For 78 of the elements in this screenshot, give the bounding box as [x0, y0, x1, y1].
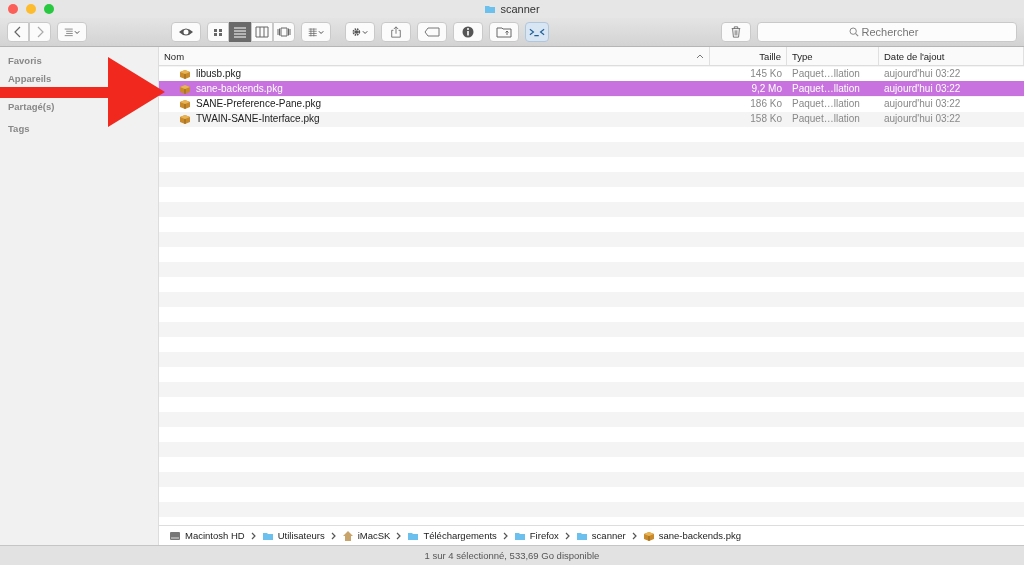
date-added: aujourd'hui 03:22	[883, 83, 962, 94]
path-item[interactable]: sane-backends.pkg	[658, 530, 742, 541]
package-icon	[179, 82, 191, 95]
search-icon	[848, 27, 859, 37]
view-mode-icon	[232, 26, 248, 38]
file-type: Paquet…llation	[791, 83, 861, 94]
back-button[interactable]	[7, 22, 29, 42]
package-icon	[179, 97, 191, 110]
file-name: sane-backends.pkg	[196, 83, 283, 94]
file-row[interactable]: TWAIN-SANE-Interface.pkg 158 Ko Paquet…llation aujourd'hui 03:22	[159, 111, 1024, 126]
terminal-icon	[529, 26, 545, 38]
file-name: libusb.pkg	[196, 68, 242, 79]
path-item[interactable]: scanner	[591, 530, 626, 541]
view-mode-icon	[276, 26, 292, 38]
file-name: TWAIN-SANE-Interface.pkg	[196, 113, 320, 124]
file-row[interactable]: libusb.pkg 145 Ko Paquet…llation aujourd'hui 03:22	[159, 66, 1024, 81]
folder-icon	[484, 3, 497, 15]
chevron-icon	[502, 531, 508, 540]
view-options-button[interactable]	[57, 22, 87, 42]
file-type: Paquet…llation	[791, 113, 861, 124]
view-mode-button[interactable]	[229, 22, 251, 42]
share-icon	[388, 26, 404, 38]
settings-icon	[352, 26, 368, 38]
folder-icon	[496, 26, 512, 38]
view-mode-icon	[254, 26, 270, 38]
chevron-icon	[330, 531, 336, 540]
status-text: 1 sur 4 sélectionné, 533,69 Go disponible	[0, 545, 1024, 565]
settings-button[interactable]	[345, 22, 375, 42]
column-header[interactable]: Type	[787, 47, 879, 65]
package-icon	[179, 67, 191, 80]
quick-look-button[interactable]	[171, 22, 201, 42]
house-icon	[341, 529, 354, 542]
view-mode-button[interactable]	[273, 22, 295, 42]
file-type: Paquet…llation	[791, 98, 861, 109]
file-size: 186 Ko	[749, 98, 783, 109]
package-icon	[179, 112, 191, 125]
tag-icon	[424, 26, 440, 38]
terminal-button[interactable]	[525, 22, 549, 42]
path-item[interactable]: Téléchargements	[423, 530, 497, 541]
chevron-icon	[564, 531, 570, 540]
share-button[interactable]	[381, 22, 411, 42]
chevron-icon	[631, 531, 637, 540]
lines-caret-icon	[64, 26, 80, 38]
grid-caret-icon	[308, 26, 324, 38]
view-mode-button[interactable]	[207, 22, 229, 42]
file-size: 145 Ko	[749, 68, 783, 79]
forward-button[interactable]	[29, 22, 51, 42]
file-size: 9,2 Mo	[750, 83, 783, 94]
path-item[interactable]: Utilisateurs	[277, 530, 325, 541]
close-button[interactable]	[8, 4, 18, 14]
arrange-button[interactable]	[301, 22, 331, 42]
file-type: Paquet…llation	[791, 68, 861, 79]
info-icon	[460, 26, 476, 38]
column-header[interactable]: Nom	[159, 47, 710, 65]
date-added: aujourd'hui 03:22	[883, 98, 962, 109]
file-row[interactable]: SANE-Preference-Pane.pkg 186 Ko Paquet…llation aujourd'hui 03:22	[159, 96, 1024, 111]
tag-button[interactable]	[417, 22, 447, 42]
info-button[interactable]	[453, 22, 483, 42]
column-header[interactable]: Date de l'ajout	[879, 47, 1024, 65]
trash-button[interactable]	[721, 22, 751, 42]
eye-icon	[178, 26, 194, 38]
chevron-icon	[396, 531, 402, 540]
date-added: aujourd'hui 03:22	[883, 113, 962, 124]
chevron-icon	[250, 531, 256, 540]
search-input[interactable]: Rechercher	[861, 26, 926, 38]
file-name: SANE-Preference-Pane.pkg	[196, 98, 322, 109]
window-title: scanner	[500, 3, 540, 15]
zoom-button[interactable]	[44, 4, 54, 14]
view-mode-button[interactable]	[251, 22, 273, 42]
package-icon	[642, 529, 655, 542]
path-item[interactable]: iMacSK	[357, 530, 391, 541]
file-size: 158 Ko	[749, 113, 783, 124]
date-added: aujourd'hui 03:22	[883, 68, 962, 79]
path-item[interactable]: Macintosh HD	[185, 530, 245, 541]
new-folder-button[interactable]	[489, 22, 519, 42]
search-field[interactable]: Rechercher	[757, 22, 1017, 42]
column-header[interactable]: Taille	[710, 47, 787, 65]
path-item[interactable]: Firefox	[529, 530, 559, 541]
